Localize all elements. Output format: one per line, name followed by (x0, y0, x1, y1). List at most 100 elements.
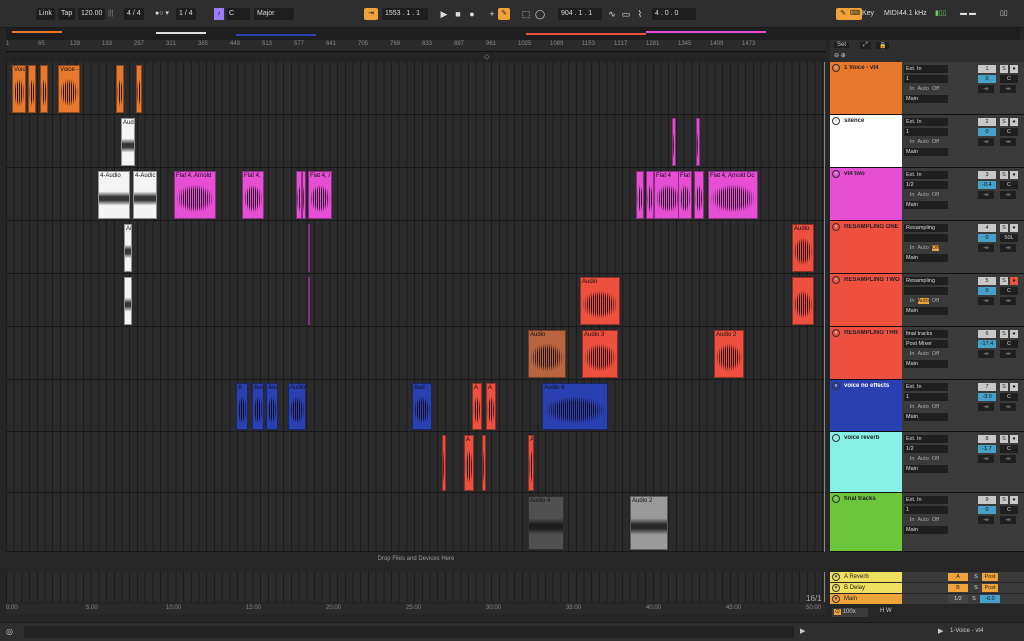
monitor-off[interactable]: Off (932, 86, 939, 92)
volume-field[interactable]: -1.7 (978, 445, 996, 453)
send-b[interactable]: -∞ (1000, 191, 1016, 199)
monitor-group[interactable]: In Auto Off (904, 455, 948, 463)
input-channel-select[interactable]: 1/2 (904, 181, 948, 189)
arm-button[interactable]: ● (1010, 435, 1018, 443)
time-ruler[interactable]: 0:00 5:00 10:00 15:00 20:00 25:00 30:00 35:00 40… (6, 604, 826, 614)
monitor-auto[interactable]: Auto (918, 404, 929, 410)
return-letter[interactable]: 1/2 (948, 595, 968, 603)
record-icon[interactable]: ● (466, 8, 478, 20)
monitor-off[interactable]: Off (931, 245, 940, 251)
input-channel-select[interactable]: 1 (904, 393, 948, 401)
send-b[interactable]: -∞ (1000, 85, 1016, 93)
monitor-group[interactable]: In Auto Off (904, 138, 948, 146)
output-select[interactable]: Main (904, 413, 948, 421)
menu-icon[interactable]: ▯▯ (1000, 8, 1008, 20)
track-number[interactable]: 8 (978, 435, 996, 443)
output-select[interactable]: Main (904, 95, 948, 103)
track-lane[interactable] (6, 327, 826, 380)
monitor-group[interactable]: In Auto Off (904, 191, 948, 199)
send-a[interactable]: -∞ (978, 455, 994, 463)
fold-icon[interactable]: ▾ (832, 573, 840, 581)
lock-icon[interactable]: 🔒 (876, 42, 890, 49)
audio-clip[interactable]: Voice - (58, 65, 80, 113)
audio-clip[interactable]: Audio (124, 224, 132, 272)
scale-select[interactable]: Major (254, 8, 294, 20)
volume-field[interactable]: -17.4 (978, 340, 996, 348)
return-track[interactable]: Main ▾ 1/2 -6.0 S (830, 594, 1024, 604)
send-a[interactable]: -∞ (978, 244, 994, 252)
solo-button[interactable]: S (1000, 496, 1008, 504)
audio-clip[interactable]: Flat 4, Arnold (174, 171, 216, 219)
track-number[interactable]: 2 (978, 118, 996, 126)
audio-clip[interactable] (694, 171, 704, 219)
overview-toggle-icon[interactable]: ◎ (6, 627, 13, 636)
fold-icon[interactable]: ▾ (832, 584, 840, 592)
monitor-auto[interactable]: Auto (918, 351, 929, 357)
return-track[interactable]: B Delay ▾ B S Post (830, 583, 1024, 593)
monitor-in[interactable]: In (910, 351, 915, 357)
audio-clip[interactable]: A (528, 435, 534, 491)
midi-map-button[interactable]: MIDI (884, 8, 899, 20)
monitor-group[interactable]: In Auto Off (904, 244, 948, 252)
track-header[interactable]: ▾ voice no effects (830, 380, 902, 432)
output-select[interactable]: Main (904, 201, 948, 209)
solo-button[interactable]: S (1000, 277, 1008, 285)
monitor-group[interactable]: In Auto Off (904, 85, 948, 93)
pan-field[interactable]: C (1000, 393, 1018, 401)
audio-clip[interactable] (792, 277, 814, 325)
pan-field[interactable]: 50L (1000, 234, 1018, 242)
track-header[interactable]: ▾ RESAMPLING TWO (830, 274, 902, 327)
volume-field[interactable]: -0.4 (978, 181, 996, 189)
fold-icon[interactable]: ▾ (832, 117, 840, 125)
fold-icon[interactable]: ▾ (832, 170, 840, 178)
solo-button[interactable]: S (1000, 330, 1008, 338)
monitor-auto[interactable]: Auto (918, 192, 929, 198)
volume-field[interactable]: -3.0 (978, 393, 996, 401)
key-root-select[interactable]: C (226, 8, 250, 20)
loop-brace-bar[interactable]: ⬦ (6, 52, 826, 62)
track-header[interactable]: ▾ RESAMPLING THR (830, 327, 902, 380)
monitor-auto[interactable]: Auto (918, 517, 929, 523)
audio-clip[interactable]: Audio 2 (714, 330, 744, 378)
set-button[interactable]: Set (834, 42, 850, 48)
send-a[interactable]: -∞ (978, 350, 994, 358)
audio-clip[interactable] (308, 277, 310, 325)
loop-marker-icon[interactable]: ⬦ (484, 52, 490, 62)
return-track[interactable]: A Reverb ▾ A S Post (830, 572, 1024, 582)
input-channel-select[interactable] (904, 287, 948, 295)
drop-area[interactable]: Drop Files and Devices Here (6, 552, 826, 572)
main-solo[interactable]: S (970, 595, 978, 603)
solo-button[interactable]: S (1000, 435, 1008, 443)
input-type-select[interactable]: Ext. In (904, 65, 948, 73)
monitor-auto[interactable]: Auto (918, 86, 929, 92)
arm-button[interactable]: ● (1010, 277, 1018, 285)
session-record-icon[interactable]: ◯ (534, 8, 546, 20)
fold-icon[interactable]: ▾ (832, 64, 840, 72)
track-number[interactable]: 7 (978, 383, 996, 391)
track-number[interactable]: 3 (978, 171, 996, 179)
audio-clip[interactable]: 4-Audic (133, 171, 157, 219)
input-type-select[interactable]: Ext. In (904, 118, 948, 126)
input-type-select[interactable]: Ext. In (904, 435, 948, 443)
monitor-off[interactable]: Off (932, 351, 939, 357)
track-lane[interactable] (6, 432, 826, 493)
audio-clip[interactable]: Aud (412, 383, 432, 430)
send-a[interactable]: -∞ (978, 403, 994, 411)
audio-clip[interactable] (308, 224, 310, 272)
audio-clip[interactable]: Flat 4, Arnold Dc (708, 171, 758, 219)
volume-field[interactable]: 0 (978, 287, 996, 295)
track-header[interactable]: ▾ final tracks (830, 493, 902, 552)
send-a[interactable]: -∞ (978, 297, 994, 305)
output-select[interactable]: Main (904, 254, 948, 262)
solo-button[interactable]: S (972, 584, 980, 592)
arm-button[interactable]: ● (1010, 118, 1018, 126)
audio-clip[interactable] (672, 118, 676, 166)
monitor-auto[interactable]: Auto (918, 245, 929, 251)
audio-clip[interactable]: A (472, 383, 482, 430)
punch-icon[interactable]: ⬚ (520, 8, 532, 20)
input-type-select[interactable]: Resampling (904, 277, 948, 285)
monitor-in[interactable]: In (910, 192, 915, 198)
send-a[interactable]: -∞ (978, 138, 994, 146)
send-b[interactable]: -∞ (1000, 297, 1016, 305)
input-type-select[interactable]: Ext. In (904, 383, 948, 391)
